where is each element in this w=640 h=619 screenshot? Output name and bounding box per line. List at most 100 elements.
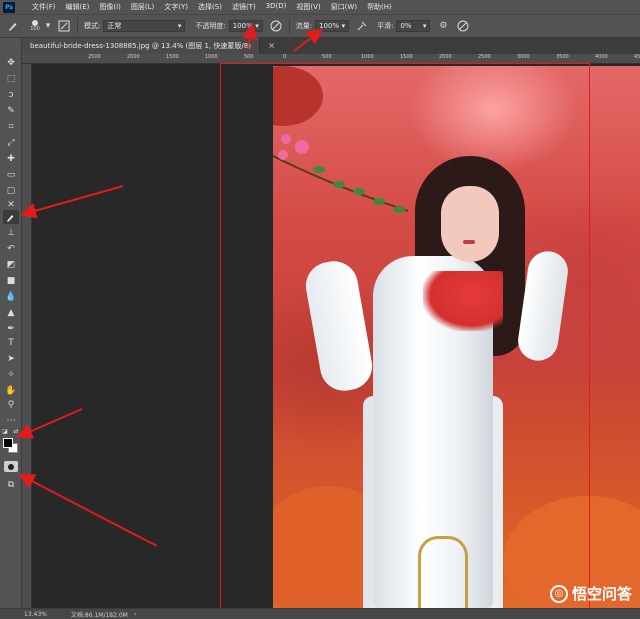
ruler-label: 1000 [205,54,218,60]
lasso-tool-icon[interactable]: ↄ [3,88,19,102]
pen-tool-icon[interactable]: ✒ [3,322,19,336]
divider [288,18,290,34]
close-icon[interactable]: × [268,41,275,50]
menu-item[interactable]: 文字(Y) [159,2,193,12]
quick-select-tool-icon[interactable]: ✎ [3,104,19,118]
default-colors-icon[interactable]: ◪ [1,427,9,435]
options-bar: 100 ▾ 模式: 正常 ▾ 不透明度: 100% ▾ 流量: 100% ▾ 平… [0,14,640,38]
smoothing-value: 0% [400,22,412,30]
pressure-opacity-icon[interactable] [269,19,283,33]
flow-field[interactable]: 100% ▾ [315,20,350,32]
ruler-label: 0 [283,54,287,60]
quick-mask-button[interactable] [4,461,18,472]
path-select-tool-icon[interactable]: ➤ [3,352,19,366]
divider [77,18,78,34]
smoothing-label: 平滑: [377,22,394,30]
quick-mask-icon [8,463,14,470]
smoothing-field[interactable]: 0% ▾ [396,20,431,32]
blur-tool-icon[interactable]: 💧 [3,290,19,304]
ruler-label: 1500 [400,54,413,60]
ruler-label: 3000 [517,54,530,60]
opacity-field[interactable]: 100% ▾ [228,20,263,32]
menu-item[interactable]: 窗口(W) [326,2,362,12]
menu-item[interactable]: 3D(D) [261,2,292,12]
opacity-label: 不透明度: [195,22,226,30]
history-brush-tool-icon[interactable]: ↶ [3,242,19,256]
ruler-label: 2000 [439,54,452,60]
hand-tool-icon[interactable]: ✋ [3,384,19,398]
flow-value: 100% [319,22,340,30]
flow-label: 流量: [295,22,313,30]
opacity-value: 100% [232,22,253,30]
document-info[interactable]: 文档:86.1M/182.0M [71,610,128,619]
menu-item[interactable]: 选择(S) [193,2,227,12]
eyedropper-tool-icon[interactable]: ⤢ [3,136,19,150]
gear-icon[interactable]: ⚙ [436,19,450,33]
ruler-label: 4000 [595,54,608,60]
brush-tool-icon[interactable] [3,210,19,224]
mode-label: 模式: [84,22,101,30]
more-tools-icon[interactable]: ⋯ [3,414,19,428]
chevron-down-icon: ▾ [255,22,259,30]
zoom-tool-icon[interactable]: ⚲ [3,398,19,412]
chevron-down-icon[interactable]: ▾ [45,19,51,33]
dodge-tool-icon[interactable]: ▲ [3,306,19,320]
vertical-ruler [22,64,32,608]
tool-panel: ✥ ⬚ ↄ ✎ ⌗ ⤢ ✚ ▭ ▢ ✕ ⊥ ↶ ◩ ■ 💧 ▲ ✒ T ➤ ✧ … [0,38,22,608]
watermark: ◎ 悟空问答 [549,583,632,604]
gradient-tool-icon[interactable]: ■ [3,274,19,288]
healing-brush-tool-icon[interactable]: ✚ [3,152,19,166]
frame-tool-icon[interactable]: ▭ [3,168,19,182]
ruler-label: 500 [244,54,254,60]
airbrush-icon[interactable] [355,19,369,33]
ruler-label: 1500 [166,54,179,60]
ruler-label: 4500 [634,54,640,60]
shape-tool-icon[interactable]: ✧ [3,368,19,382]
menu-item[interactable]: 文件(F) [27,2,61,12]
foreground-color-swatch[interactable] [3,438,13,448]
ruler-label: 3500 [556,54,569,60]
ruler-label: 1000 [361,54,374,60]
swap-colors-icon[interactable]: ⇄ [12,427,20,435]
menu-item[interactable]: 帮助(H) [362,2,397,12]
mode-select[interactable]: 正常 ▾ [103,20,186,32]
patch-tool-icon[interactable]: ▢ [3,184,19,198]
brush-settings-icon[interactable] [57,19,71,33]
wukong-logo-icon: ◎ [549,584,568,603]
chevron-down-icon: ▾ [341,22,346,30]
eraser-tool-icon[interactable]: ◩ [3,258,19,272]
ruler-label: 500 [322,54,332,60]
menu-item[interactable]: 图层(L) [126,2,159,12]
document-tab-bar: beautiful-bride-dress-1308885.jpg @ 13.4… [22,38,640,54]
move-tool-icon[interactable]: ✥ [3,56,19,70]
marquee-tool-icon[interactable]: ⬚ [3,72,19,86]
mode-value: 正常 [107,22,122,30]
menu-bar: Ps 文件(F) 编辑(E) 图像(I) 图层(L) 文字(Y) 选择(S) 滤镜(T) 3D… [0,0,640,14]
photoshop-logo: Ps [3,1,15,13]
ruler-label: 2000 [127,54,140,60]
ruler-label: 2500 [478,54,491,60]
annotation-rectangle [220,63,590,615]
pressure-size-icon[interactable] [456,19,470,33]
brush-preset-picker[interactable]: 100 [26,19,44,33]
brush-size-value: 100 [30,26,40,32]
chevron-right-icon[interactable]: › [134,611,136,618]
menu-item[interactable]: 滤镜(T) [227,2,261,12]
screen-mode-icon[interactable]: ⧉ [3,478,19,492]
chevron-down-icon: ▾ [177,22,182,30]
watermark-text: 悟空问答 [571,585,632,603]
menu-item[interactable]: 编辑(E) [61,2,95,12]
menu-item[interactable]: 视图(V) [291,2,325,12]
zoom-level[interactable]: 13.43% [24,611,47,618]
document-tab-title: beautiful-bride-dress-1308885.jpg @ 13.4… [30,42,251,50]
type-tool-icon[interactable]: T [3,336,19,350]
crop-tool-icon[interactable]: ⌗ [3,120,19,134]
clone-stamp-tool-icon[interactable]: ⊥ [3,226,19,240]
chevron-down-icon: ▾ [422,22,427,30]
brush-tool-icon[interactable] [6,19,20,33]
menu-item[interactable]: 图像(I) [94,2,126,12]
menu-items: 文件(F) 编辑(E) 图像(I) 图层(L) 文字(Y) 选择(S) 滤镜(T) 3D(D)… [27,2,397,12]
status-bar: 13.43% 文档:86.1M/182.0M › [0,608,640,619]
document-tab[interactable]: beautiful-bride-dress-1308885.jpg @ 13.4… [22,38,275,54]
ruler-label: 2500 [88,54,101,60]
